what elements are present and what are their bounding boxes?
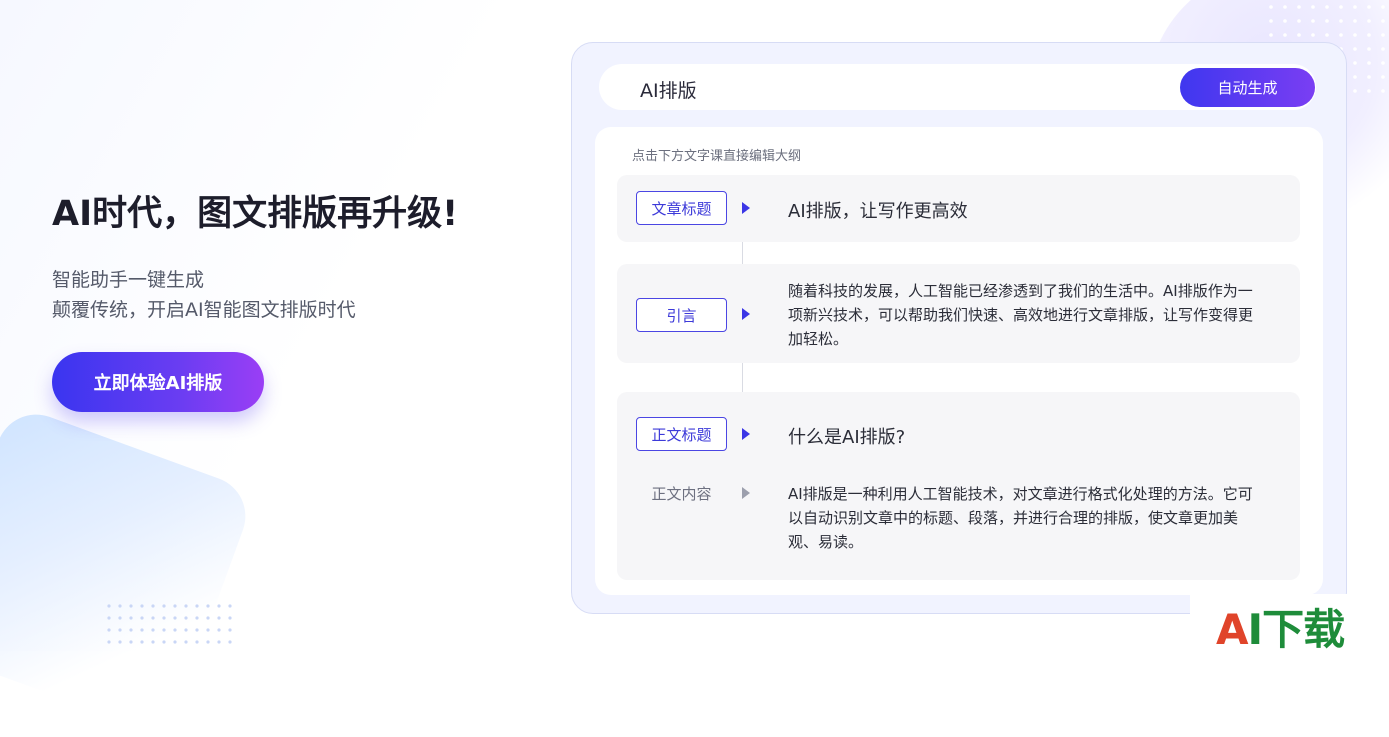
article-title-text[interactable]: AI排版，让写作更高效 <box>788 197 968 223</box>
outline-hint: 点击下方文字课直接编辑大纲 <box>632 149 802 164</box>
expand-arrow-icon[interactable] <box>742 308 750 320</box>
tag-body-content[interactable]: 正文内容 <box>636 478 727 508</box>
expand-arrow-icon[interactable] <box>742 487 750 499</box>
tag-intro[interactable]: 引言 <box>636 298 727 332</box>
watermark-a: A <box>1216 605 1249 654</box>
watermark-rest: I下载 <box>1247 605 1346 654</box>
tag-body-title[interactable]: 正文标题 <box>636 417 727 451</box>
body-content-line: 观、易读。 <box>788 533 864 551</box>
intro-text[interactable]: 随着科技的发展，人工智能已经渗透到了我们的生活中。AI排版作为一 项新兴技术，可… <box>788 279 1282 351</box>
body-content-line: 以自动识别文章中的标题、段落，并进行合理的排版，使文章更加美 <box>788 509 1239 527</box>
try-ai-layout-button[interactable]: 立即体验AI排版 <box>52 352 264 412</box>
intro-line: 项新兴技术，可以帮助我们快速、高效地进行文章排版，让写作变得更 <box>788 306 1254 324</box>
tag-article-title[interactable]: 文章标题 <box>636 191 727 225</box>
body-content-line: AI排版是一种利用人工智能技术，对文章进行格式化处理的方法。它可 <box>788 485 1253 503</box>
hero-subtitle-line2: 颠覆传统，开启AI智能图文排版时代 <box>52 299 356 321</box>
dot-grid-bottom-left <box>106 603 236 651</box>
expand-arrow-icon[interactable] <box>742 428 750 440</box>
hero-title: AI时代，图文排版再升级! <box>52 194 459 234</box>
hero-subtitle-line1: 智能助手一键生成 <box>52 269 205 291</box>
editor-topbar-title[interactable]: AI排版 <box>640 76 697 103</box>
expand-arrow-icon[interactable] <box>742 202 750 214</box>
intro-line: 随着科技的发展，人工智能已经渗透到了我们的生活中。AI排版作为一 <box>788 282 1253 300</box>
auto-generate-button[interactable]: 自动生成 <box>1180 68 1315 107</box>
intro-line: 加轻松。 <box>788 330 849 348</box>
watermark-logo: AI下载 <box>1216 596 1346 657</box>
body-content-text[interactable]: AI排版是一种利用人工智能技术，对文章进行格式化处理的方法。它可 以自动识别文章… <box>788 482 1282 554</box>
body-title-text[interactable]: 什么是AI排版? <box>788 423 905 449</box>
